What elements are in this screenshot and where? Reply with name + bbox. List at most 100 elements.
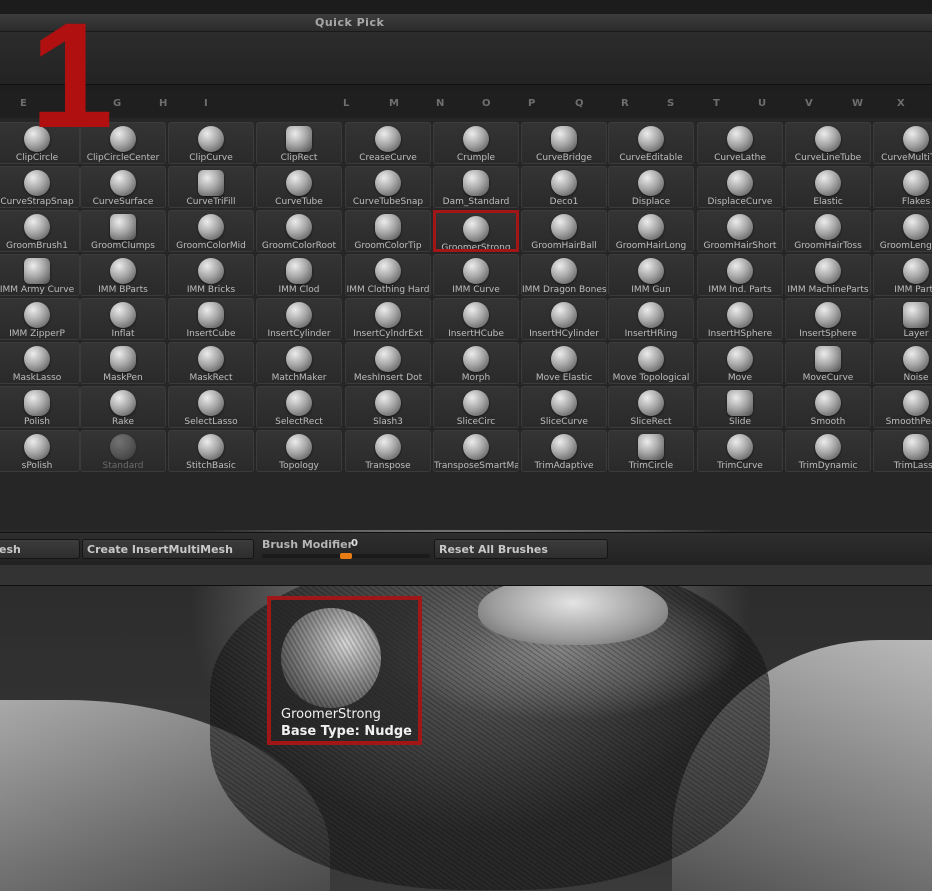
brush-tile[interactable]: Move Elastic bbox=[521, 342, 607, 384]
brush-tile[interactable]: Polish bbox=[0, 386, 80, 428]
brush-tile[interactable]: Move Topological bbox=[608, 342, 694, 384]
brush-tile[interactable]: CurveSurface bbox=[80, 166, 166, 208]
brush-tile[interactable]: TransposeSmartMask bbox=[433, 430, 519, 472]
brush-tile[interactable]: IMM MachineParts bbox=[785, 254, 871, 296]
brush-tile[interactable]: MaskRect bbox=[168, 342, 254, 384]
brush-tile[interactable]: IMM Ind. Parts bbox=[697, 254, 783, 296]
alpha-jump-letter[interactable]: V bbox=[805, 98, 813, 109]
alpha-jump-letter[interactable]: L bbox=[343, 98, 349, 109]
alpha-jump-letter[interactable]: T bbox=[713, 98, 720, 109]
brush-tile[interactable]: SelectLasso bbox=[168, 386, 254, 428]
brush-tile[interactable]: Layer bbox=[873, 298, 932, 340]
brush-tile[interactable]: ClipRect bbox=[256, 122, 342, 164]
brush-tile[interactable]: IMM Clod bbox=[256, 254, 342, 296]
brush-tile[interactable]: SliceCurve bbox=[521, 386, 607, 428]
brush-tile[interactable]: InsertCube bbox=[168, 298, 254, 340]
brush-tile[interactable]: MaskLasso bbox=[0, 342, 80, 384]
brush-tile[interactable]: sPolish bbox=[0, 430, 80, 472]
brush-tile[interactable]: TrimCurve bbox=[697, 430, 783, 472]
brush-tile[interactable]: Dam_Standard bbox=[433, 166, 519, 208]
brush-tile[interactable]: ClipCurve bbox=[168, 122, 254, 164]
alpha-jump-letter[interactable]: N bbox=[436, 98, 444, 109]
brush-tile[interactable]: CurveLineTube bbox=[785, 122, 871, 164]
brush-tile[interactable]: GroomHairToss bbox=[785, 210, 871, 252]
brush-tile[interactable]: IMM Army Curve bbox=[0, 254, 80, 296]
brush-tile[interactable]: GroomHairBall bbox=[521, 210, 607, 252]
brush-tile[interactable]: CurveEditable bbox=[608, 122, 694, 164]
brush-tile[interactable]: IMM Bricks bbox=[168, 254, 254, 296]
brush-tile[interactable]: CurveTriFill bbox=[168, 166, 254, 208]
slider-handle[interactable] bbox=[340, 553, 352, 559]
brush-tile[interactable]: IMM Parts bbox=[873, 254, 932, 296]
brush-tile[interactable]: Slash3 bbox=[345, 386, 431, 428]
brush-tile[interactable]: InsertHCube bbox=[433, 298, 519, 340]
brush-tile[interactable]: IMM Curve bbox=[433, 254, 519, 296]
brush-tile[interactable]: Flakes bbox=[873, 166, 932, 208]
brush-tile[interactable]: IMM Clothing Hard bbox=[345, 254, 431, 296]
brush-tile[interactable]: GroomBrush1 bbox=[0, 210, 80, 252]
alpha-jump-letter[interactable]: H bbox=[159, 98, 167, 109]
alpha-jump-letter[interactable]: E bbox=[20, 98, 27, 109]
brush-tile[interactable]: Displace bbox=[608, 166, 694, 208]
create-insertmultimesh-button[interactable]: Create InsertMultiMesh bbox=[82, 539, 254, 559]
mesh-button[interactable]: esh bbox=[0, 539, 80, 559]
brush-tile[interactable]: Crumple bbox=[433, 122, 519, 164]
brush-tile[interactable]: InsertCylndrExt bbox=[345, 298, 431, 340]
brush-tile[interactable]: GroomHairLong bbox=[608, 210, 694, 252]
brush-tile[interactable]: MaskPen bbox=[80, 342, 166, 384]
alpha-jump-letter[interactable]: M bbox=[389, 98, 399, 109]
brush-tile[interactable]: SmoothPeaks bbox=[873, 386, 932, 428]
brush-tile[interactable]: TrimLasso bbox=[873, 430, 932, 472]
brush-tile[interactable]: DisplaceCurve bbox=[697, 166, 783, 208]
brush-tile[interactable]: TrimAdaptive bbox=[521, 430, 607, 472]
brush-tile[interactable]: GroomHairShort bbox=[697, 210, 783, 252]
brush-tile[interactable]: MatchMaker bbox=[256, 342, 342, 384]
alpha-jump-letter[interactable]: I bbox=[204, 98, 208, 109]
brush-tile[interactable]: GroomColorRoot bbox=[256, 210, 342, 252]
brush-tile[interactable]: CurveMultiTube bbox=[873, 122, 932, 164]
brush-tile[interactable]: GroomClumps bbox=[80, 210, 166, 252]
alpha-jump-letter[interactable]: X bbox=[897, 98, 905, 109]
brush-tile[interactable]: Deco1 bbox=[521, 166, 607, 208]
alpha-jump-letter[interactable]: Q bbox=[575, 98, 584, 109]
alpha-jump-letter[interactable]: O bbox=[482, 98, 491, 109]
brush-tile[interactable]: InsertSphere bbox=[785, 298, 871, 340]
alpha-jump-letter[interactable]: S bbox=[667, 98, 674, 109]
brush-tile[interactable]: GroomColorMid bbox=[168, 210, 254, 252]
brush-tile[interactable]: GroomLengthen bbox=[873, 210, 932, 252]
brush-tile[interactable]: Smooth bbox=[785, 386, 871, 428]
brush-tile[interactable]: MeshInsert Dot bbox=[345, 342, 431, 384]
brush-tile[interactable]: Topology bbox=[256, 430, 342, 472]
brush-tile[interactable]: MoveCurve bbox=[785, 342, 871, 384]
brush-tile[interactable]: CurveTube bbox=[256, 166, 342, 208]
brush-tile[interactable]: InsertHSphere bbox=[697, 298, 783, 340]
brush-tile[interactable]: SelectRect bbox=[256, 386, 342, 428]
brush-tile[interactable]: Slide bbox=[697, 386, 783, 428]
brush-tile[interactable]: InsertHCylinder bbox=[521, 298, 607, 340]
brush-tile[interactable]: CreaseCurve bbox=[345, 122, 431, 164]
brush-tile[interactable]: Inflat bbox=[80, 298, 166, 340]
brush-tile[interactable]: GroomColorTip bbox=[345, 210, 431, 252]
brush-tile[interactable]: StitchBasic bbox=[168, 430, 254, 472]
brush-tile[interactable]: IMM BParts bbox=[80, 254, 166, 296]
brush-tile[interactable]: Noise bbox=[873, 342, 932, 384]
brush-tile[interactable]: GroomerStrong bbox=[433, 210, 519, 252]
alpha-jump-letter[interactable]: U bbox=[758, 98, 766, 109]
brush-tile[interactable]: Elastic bbox=[785, 166, 871, 208]
brush-tile[interactable]: CurveTubeSnap bbox=[345, 166, 431, 208]
brush-tile[interactable]: CurveBridge bbox=[521, 122, 607, 164]
reset-all-brushes-button[interactable]: Reset All Brushes bbox=[434, 539, 608, 559]
brush-tile[interactable]: IMM Gun bbox=[608, 254, 694, 296]
brush-tile[interactable]: IMM ZipperP bbox=[0, 298, 80, 340]
brush-tile[interactable]: Move bbox=[697, 342, 783, 384]
alpha-jump-letter[interactable]: W bbox=[852, 98, 863, 109]
brush-tile[interactable]: CurveStrapSnap bbox=[0, 166, 80, 208]
brush-tile[interactable]: TrimDynamic bbox=[785, 430, 871, 472]
brush-tile[interactable]: InsertCylinder bbox=[256, 298, 342, 340]
brush-tile[interactable]: SliceRect bbox=[608, 386, 694, 428]
brush-tile[interactable]: TrimCircle bbox=[608, 430, 694, 472]
brush-tile[interactable]: CurveLathe bbox=[697, 122, 783, 164]
brush-tile[interactable]: InsertHRing bbox=[608, 298, 694, 340]
alpha-jump-letter[interactable]: G bbox=[113, 98, 121, 109]
brush-tile[interactable]: SliceCirc bbox=[433, 386, 519, 428]
